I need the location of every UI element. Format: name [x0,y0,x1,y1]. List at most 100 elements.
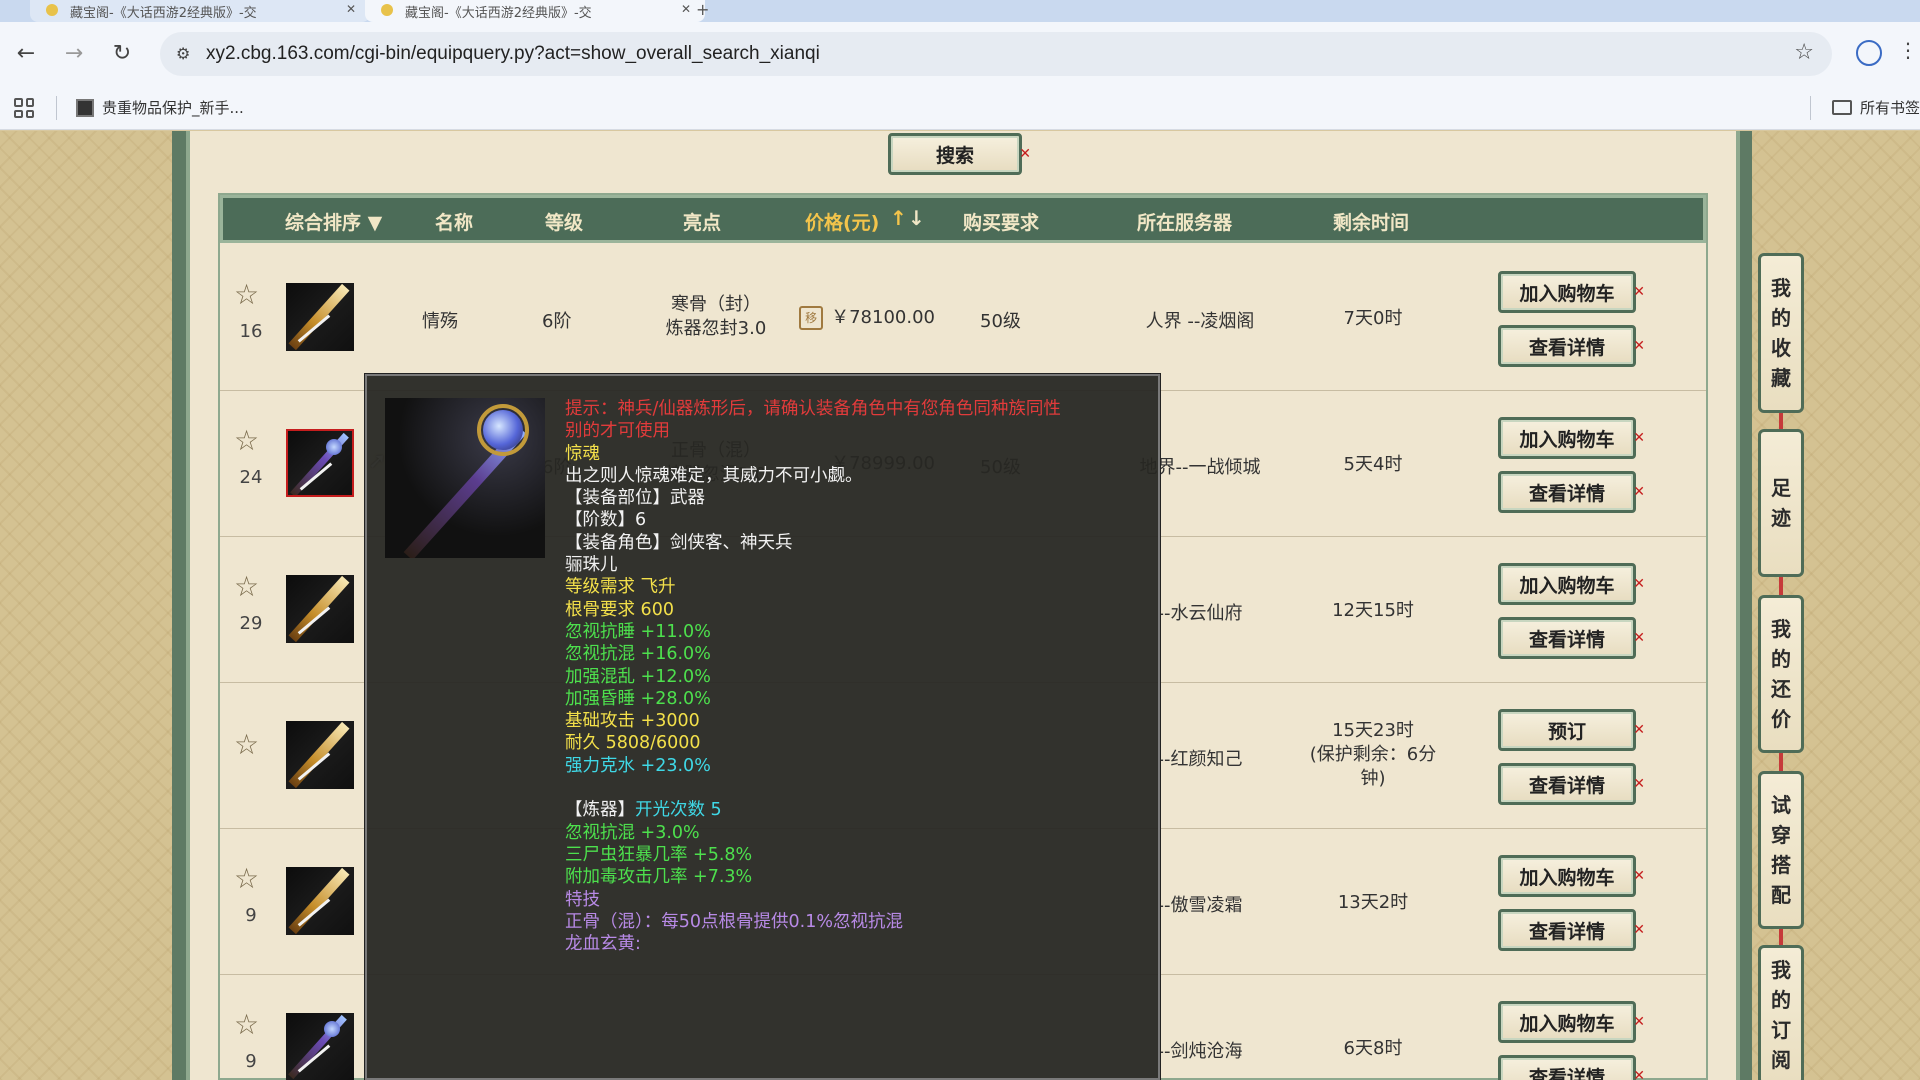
item-thumbnail[interactable] [286,1013,354,1080]
tooltip-line: 龙血玄黄: [565,934,641,955]
buy-requirement: 50级 [980,311,1021,332]
tooltip-line: 正骨（混）：每50点根骨提供0.1%忽视抗混 [565,911,903,932]
reload-icon[interactable]: ↻ [108,40,136,68]
price-sort-up-icon[interactable]: ↑ [890,206,907,230]
item-thumbnail[interactable] [286,283,354,351]
folder-icon [1831,100,1852,115]
view-details-button[interactable]: 查看详情 [1498,763,1636,805]
side-tab-connector [1779,929,1783,945]
table-row: ☆ 16 情殇 6阶 寒骨（封） 炼器忽封3.0 移 ￥78100.00 50级 … [220,245,1706,391]
view-details-button[interactable]: 查看详情 [1498,325,1636,367]
time-left-line-1: 12天15时 [1332,600,1414,621]
time-left-line-1: 7天0时 [1343,308,1403,329]
tooltip-line: 【炼器】开光次数 5 [565,800,722,821]
favorite-star-icon[interactable]: ☆ [234,281,259,309]
view-details-button[interactable]: 查看详情 [1498,909,1636,951]
favorite-star-icon[interactable]: ☆ [234,427,259,455]
add-to-cart-button[interactable]: 加入购物车 [1498,855,1636,897]
bookmark-item[interactable]: 贵重物品保护_新手... [76,97,244,118]
favorite-count: 29 [239,613,263,634]
forward-icon[interactable]: → [60,40,88,68]
time-left: 6天8时 [1298,1037,1448,1061]
browser-toolbar: ← → ↻ ⚙ xy2.cbg.163.com/cgi-bin/equipque… [0,22,1920,86]
sort-dropdown-icon: ▼ [367,212,383,234]
tab-close-icon[interactable]: ✕ [681,2,691,16]
bookmarks-divider [1810,96,1811,120]
item-name[interactable]: 情殇 [422,307,458,333]
bookmarks-divider [56,96,57,120]
reserve-button[interactable]: 预订 [1498,709,1636,751]
profile-icon[interactable] [1856,40,1882,66]
add-to-cart-button[interactable]: 加入购物车 [1498,417,1636,459]
favorite-count: 9 [245,905,257,926]
tooltip-line: 加强混乱 +12.0% [565,666,711,687]
search-button[interactable]: 搜索 [888,133,1022,175]
new-tab-icon[interactable]: + [696,0,709,19]
time-left-line-1: 15天23时 [1332,720,1414,741]
favorite-star-icon[interactable]: ☆ [234,573,259,601]
favorite-star-icon[interactable]: ☆ [234,1011,259,1039]
tooltip-line: 忽视抗混 +3.0% [565,822,700,843]
price-sort-down-icon[interactable]: ↓ [908,206,925,230]
tooltip-line: 等级需求 飞升 [565,577,676,598]
tooltip-line: 三尸虫狂暴几率 +5.8% [565,844,753,865]
tooltip-line: 根骨要求 600 [565,599,674,620]
back-icon[interactable]: ← [12,40,40,68]
time-left: 13天2时 [1298,891,1448,915]
tooltip-line [565,777,1125,799]
side-tab-4[interactable]: 我的订阅 [1758,945,1804,1080]
header-time-left: 剩余时间 [1333,212,1410,234]
tooltip-line: 强力克水 +23.0% [565,755,711,776]
header-price[interactable]: 价格(元) [805,208,879,235]
tooltip-line: 忽视抗混 +16.0% [565,644,711,665]
item-thumbnail[interactable] [286,575,354,643]
apps-grid-icon[interactable] [14,98,34,118]
view-details-button[interactable]: 查看详情 [1498,617,1636,659]
sort-header[interactable]: 综合排序 ▼ [285,208,382,235]
side-tab-connector [1779,753,1783,771]
header-level: 等级 [545,212,584,234]
favorite-star-icon[interactable]: ☆ [234,731,259,759]
item-thumbnail[interactable] [286,721,354,789]
bookmark-star-icon[interactable]: ☆ [1794,40,1814,65]
view-details-button[interactable]: 查看详情 [1498,1055,1636,1080]
browser-tab[interactable]: 藏宝阁-《大话西游2经典版》-交 ✕ [30,0,370,22]
all-bookmarks[interactable]: 所有书签 [1831,97,1920,118]
side-tab-0[interactable]: 我的收藏 [1758,253,1804,413]
add-to-cart-button[interactable]: 加入购物车 [1498,563,1636,605]
side-tab-3[interactable]: 试穿搭配 [1758,771,1804,929]
time-left-line-1: 13天2时 [1337,892,1409,913]
address-bar[interactable]: ⚙ xy2.cbg.163.com/cgi-bin/equipquery.py?… [160,32,1832,76]
side-tab-1[interactable]: 足迹 [1758,429,1804,577]
header-highlight: 亮点 [683,212,722,234]
item-thumbnail[interactable] [286,429,354,497]
side-tab-connector [1779,413,1783,429]
right-frame-border [1736,131,1752,1080]
add-to-cart-button[interactable]: 加入购物车 [1498,1001,1636,1043]
add-to-cart-button[interactable]: 加入购物车 [1498,271,1636,313]
url-text[interactable]: xy2.cbg.163.com/cgi-bin/equipquery.py?ac… [206,43,820,65]
browser-menu-icon[interactable]: ⋮ [1898,38,1918,62]
tooltip-text: 提示：神兵/仙器炼形后，请确认装备角色中有您角色同种族同性 别的才可使用 惊魂 出之则… [565,398,1125,955]
price-badge-icon: 移 [799,306,824,330]
time-left: 5天4时 [1298,453,1448,477]
favorite-count: 9 [245,1051,257,1072]
highlight-line-1: 寒骨（封） [671,294,761,315]
item-price: 移 ￥78100.00 [795,303,935,330]
side-tab-connector [1779,577,1783,595]
item-tooltip: 提示：神兵/仙器炼形后，请确认装备角色中有您角色同种族同性 别的才可使用 惊魂 出之则… [365,374,1160,1080]
favorite-star-icon[interactable]: ☆ [234,865,259,893]
tab-favicon-icon [381,4,393,16]
side-tab-2[interactable]: 我的还价 [1758,595,1804,753]
tab-title: 藏宝阁-《大话西游2经典版》-交 [70,6,257,21]
item-thumbnail[interactable] [286,867,354,935]
bookmark-favicon-icon [76,98,94,117]
time-left-line-1: 5天4时 [1343,454,1403,475]
bookmarks-bar: 贵重物品保护_新手... 所有书签 [0,86,1920,130]
tooltip-line: 提示：神兵/仙器炼形后，请确认装备角色中有您角色同种族同性 [565,399,1061,419]
site-info-icon[interactable]: ⚙ [176,44,190,63]
tab-close-icon[interactable]: ✕ [346,2,356,16]
view-details-button[interactable]: 查看详情 [1498,471,1636,513]
highlight-line-2: 炼器忽封3.0 [665,318,767,339]
browser-tab-active[interactable]: 藏宝阁-《大话西游2经典版》-交 ✕ [365,0,705,22]
